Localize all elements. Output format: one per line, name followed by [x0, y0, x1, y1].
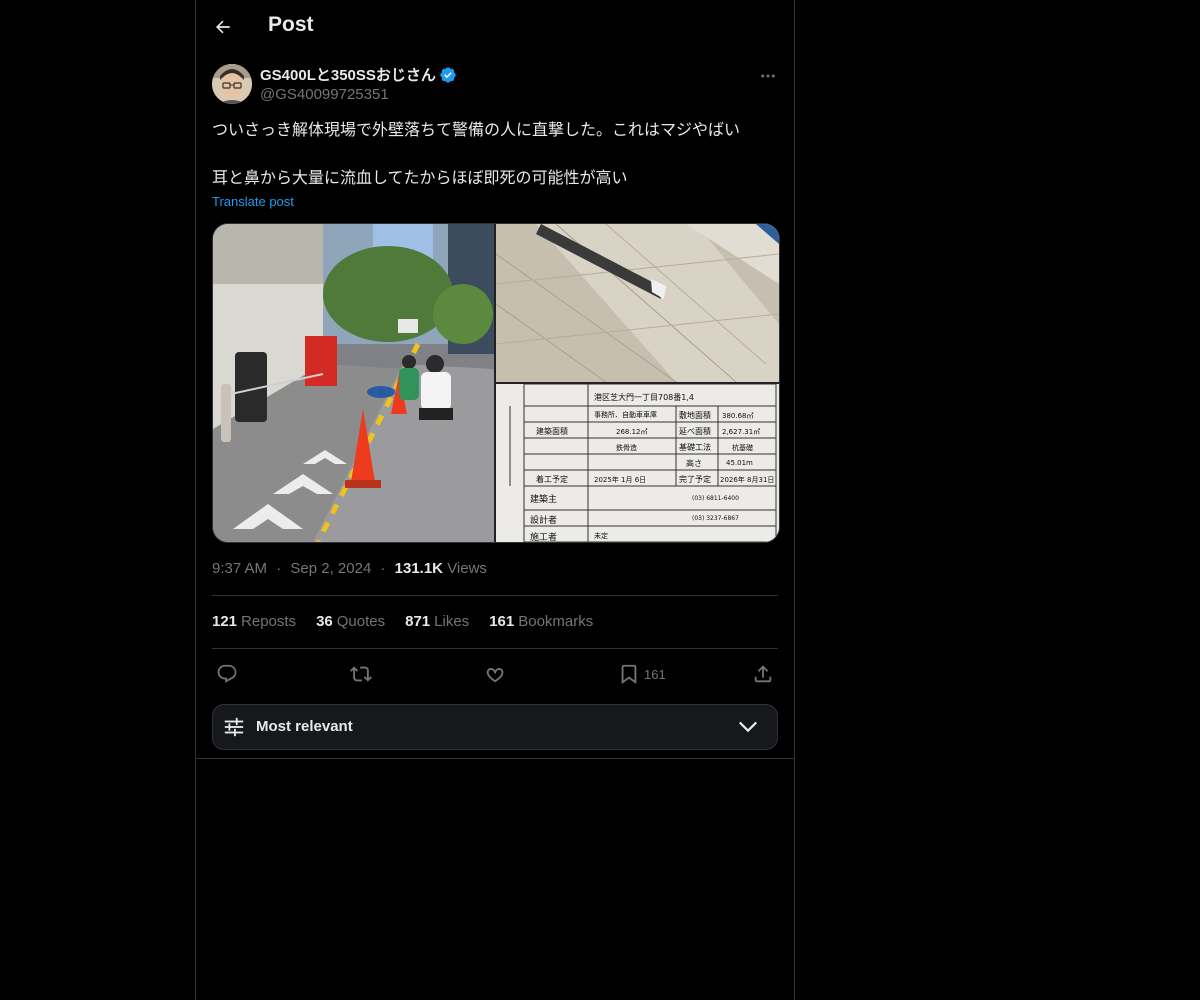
- stat-reposts[interactable]: 121 Reposts: [212, 613, 296, 630]
- stat-bookmarks[interactable]: 161 Bookmarks: [489, 613, 593, 630]
- share-icon: [754, 665, 772, 683]
- post-meta: 9:37 AM · Sep 2, 2024 · 131.1K Views: [212, 560, 487, 577]
- stat-likes[interactable]: 871 Likes: [405, 613, 469, 630]
- like-button[interactable]: [484, 660, 506, 688]
- tweet-line-2: 耳と鼻から大量に流血してたからほぼ即死の可能性が高い: [212, 168, 628, 187]
- photo-street-scene[interactable]: [213, 224, 494, 542]
- sign-board-text: 港区芝大門一丁目708番1,4 事務所、自動車車庫 敷地面積 380.68㎡ 建…: [496, 384, 779, 542]
- sign-foundation: 杭基礎: [732, 444, 753, 452]
- sign-finish-label: 完了予定: [679, 475, 711, 484]
- sign-floor-area: 2,627.31㎡: [722, 428, 761, 436]
- share-button[interactable]: [752, 660, 774, 688]
- sort-label: Most relevant: [256, 718, 353, 735]
- bookmark-button[interactable]: 161: [618, 660, 666, 688]
- sign-structure: 鉄骨造: [616, 444, 637, 452]
- reply-button[interactable]: [216, 660, 238, 688]
- sign-contractor-label: 施工者: [530, 533, 558, 542]
- sign-building-area-label: 建築面積: [536, 427, 568, 436]
- stat-label: Bookmarks: [518, 613, 594, 630]
- stat-label: Likes: [434, 613, 470, 630]
- reply-icon: [217, 664, 237, 683]
- stat-quotes[interactable]: 36 Quotes: [316, 613, 385, 630]
- sign-designer-label: 設計者: [530, 516, 558, 526]
- stat-count: 121: [212, 613, 238, 630]
- arrow-left-icon: [216, 20, 230, 34]
- bookmark-count: 161: [644, 666, 666, 682]
- sign-start: 2025年 1月 6日: [594, 476, 647, 484]
- author-handle[interactable]: @GS40099725351: [260, 86, 389, 103]
- main-column: Post GS400Lと350SSおじさん @GS40099725351 ついさ…: [195, 0, 795, 1000]
- sign-contractor: 未定: [594, 532, 608, 540]
- translate-post-link[interactable]: Translate post: [212, 194, 294, 209]
- sign-finish: 2026年 8月31日: [720, 476, 775, 484]
- stat-count: 161: [489, 613, 515, 630]
- photo-construction-sign[interactable]: 港区芝大門一丁目708番1,4 事務所、自動車車庫 敷地面積 380.68㎡ 建…: [496, 384, 779, 542]
- tweet-text: ついさっき解体現場で外壁落ちて警備の人に直撃した。これはマジやばい 耳と鼻から大…: [212, 118, 782, 190]
- divider: [212, 648, 778, 649]
- sign-building-area: 268.12㎡: [616, 428, 648, 436]
- media-grid: 港区芝大門一丁目708番1,4 事務所、自動車車庫 敷地面積 380.68㎡ 建…: [212, 223, 780, 543]
- sign-owner-label: 建築主: [530, 495, 558, 505]
- repost-icon: [350, 666, 372, 682]
- verified-badge-icon[interactable]: [439, 66, 457, 84]
- sign-floor-area-label: 延べ面積: [679, 427, 711, 436]
- sliders-icon: [224, 717, 244, 737]
- views-label: Views: [447, 560, 487, 577]
- page-title: Post: [268, 13, 314, 36]
- stat-count: 871: [405, 613, 431, 630]
- display-name[interactable]: GS400Lと350SSおじさん: [260, 64, 436, 85]
- post-date[interactable]: Sep 2, 2024: [290, 560, 371, 577]
- engagement-stats: 121 Reposts 36 Quotes 871 Likes 161 Bookmark…: [212, 613, 613, 630]
- sign-site-area: 380.68㎡: [722, 412, 754, 420]
- bookmark-icon: [621, 664, 637, 685]
- divider: [212, 595, 778, 596]
- post-time[interactable]: 9:37 AM: [212, 560, 267, 577]
- stat-label: Reposts: [241, 613, 297, 630]
- back-button[interactable]: [206, 10, 240, 44]
- sign-height: 45.01m: [726, 459, 753, 467]
- sign-start-label: 着工予定: [536, 475, 568, 484]
- sign-use: 事務所、自動車車庫: [594, 411, 657, 419]
- author-name-row[interactable]: GS400Lと350SSおじさん: [260, 64, 457, 85]
- sign-address: 港区芝大門一丁目708番1,4: [594, 393, 694, 402]
- meta-separator: ·: [276, 560, 282, 577]
- more-options-button[interactable]: [754, 62, 782, 90]
- avatar[interactable]: [212, 64, 252, 104]
- tweet-line-1: ついさっき解体現場で外壁落ちて警備の人に直撃した。これはマジやばい: [212, 120, 741, 139]
- sign-height-label: 高さ: [686, 459, 702, 468]
- sign-phone-2: (03) 3237-6867: [692, 515, 739, 522]
- divider: [196, 758, 794, 759]
- photo-building-wall[interactable]: [496, 224, 779, 382]
- repost-button[interactable]: [350, 660, 372, 688]
- sign-site-area-label: 敷地面積: [679, 411, 711, 420]
- sign-foundation-label: 基礎工法: [679, 443, 711, 452]
- more-dots-icon: [761, 74, 775, 78]
- stat-count: 36: [316, 613, 333, 630]
- views-count: 131.1K: [394, 560, 444, 577]
- sign-phone-1: (03) 6811-6400: [692, 495, 739, 502]
- stat-label: Quotes: [336, 613, 386, 630]
- top-bar: Post: [196, 0, 794, 54]
- reply-sort-dropdown[interactable]: Most relevant: [212, 704, 778, 750]
- meta-separator: ·: [380, 560, 386, 577]
- chevron-down-icon: [738, 721, 758, 733]
- heart-icon: [486, 668, 504, 683]
- avatar-image: [212, 64, 252, 104]
